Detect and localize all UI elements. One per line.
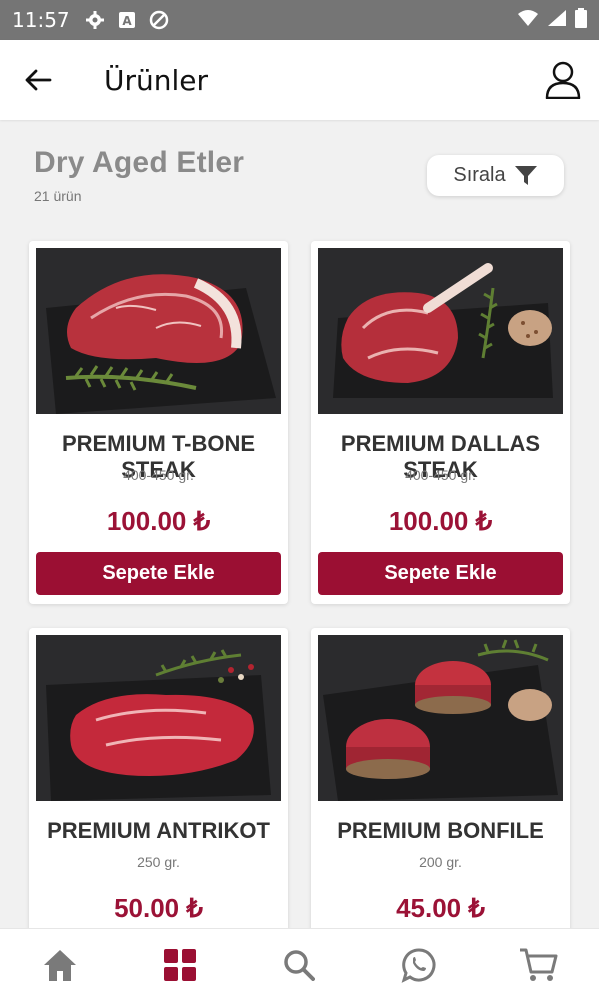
status-time: 11:57: [12, 8, 70, 32]
sort-button[interactable]: Sırala: [427, 155, 564, 196]
product-price: 45.00 ₺: [396, 893, 485, 923]
home-icon: [43, 949, 76, 981]
product-card[interactable]: PREMIUM T-BONE STEAK 400-450 gr. 100.00 …: [29, 241, 288, 604]
add-to-cart-button[interactable]: Sepete Ekle: [36, 552, 281, 595]
product-image-dallas[interactable]: [318, 248, 563, 414]
a-badge-icon: A: [116, 9, 138, 31]
product-weight: 250 gr.: [137, 854, 180, 870]
product-name: PREMIUM BONFILE: [337, 818, 544, 843]
user-icon: [545, 61, 581, 99]
bottom-navigation: [0, 928, 599, 1000]
product-price: 50.00 ₺: [114, 893, 203, 923]
sort-label: Sırala: [453, 164, 506, 186]
battery-icon: [575, 7, 587, 33]
status-bar: 11:57 A: [0, 0, 599, 40]
settings-icon: [84, 9, 106, 31]
product-image-bonfile[interactable]: [318, 635, 563, 801]
product-price: 100.00 ₺: [388, 506, 493, 536]
add-to-cart-button[interactable]: Sepete Ekle: [318, 552, 563, 595]
product-name: PREMIUM ANTRIKOT: [47, 818, 270, 843]
arrow-left-icon: [25, 69, 52, 91]
product-image-antrikot[interactable]: [36, 635, 281, 801]
profile-button[interactable]: [541, 58, 585, 102]
signal-icon: [547, 9, 567, 32]
back-button[interactable]: [18, 60, 58, 100]
app-bar: Ürünler: [0, 40, 599, 120]
wifi-icon: [517, 9, 539, 32]
product-weight: 200 gr.: [419, 854, 462, 870]
whatsapp-icon: [401, 947, 436, 983]
nav-home[interactable]: [30, 935, 90, 995]
nav-cart[interactable]: [509, 935, 569, 995]
nav-categories[interactable]: [150, 935, 210, 995]
product-price: 100.00 ₺: [106, 506, 211, 536]
product-weight: 400-450 gr.: [405, 467, 476, 483]
product-image-tbone[interactable]: [36, 248, 281, 414]
grid-icon: [163, 948, 196, 981]
section-header: Dry Aged Etler 21 ürün: [34, 146, 244, 204]
product-count: 21 ürün: [34, 188, 82, 204]
page-title: Ürünler: [104, 63, 209, 97]
svg-text:A: A: [122, 14, 132, 28]
product-card[interactable]: PREMIUM DALLAS STEAK 400-450 gr. 100.00 …: [311, 241, 570, 604]
search-icon: [284, 949, 316, 981]
no-signal-circle-icon: [148, 9, 170, 31]
nav-search[interactable]: [269, 935, 329, 995]
product-weight: 400-450 gr.: [123, 467, 194, 483]
nav-whatsapp[interactable]: [389, 935, 449, 995]
filter-icon: [514, 165, 537, 185]
cart-icon: [520, 948, 558, 981]
category-title: Dry Aged Etler: [34, 146, 245, 179]
